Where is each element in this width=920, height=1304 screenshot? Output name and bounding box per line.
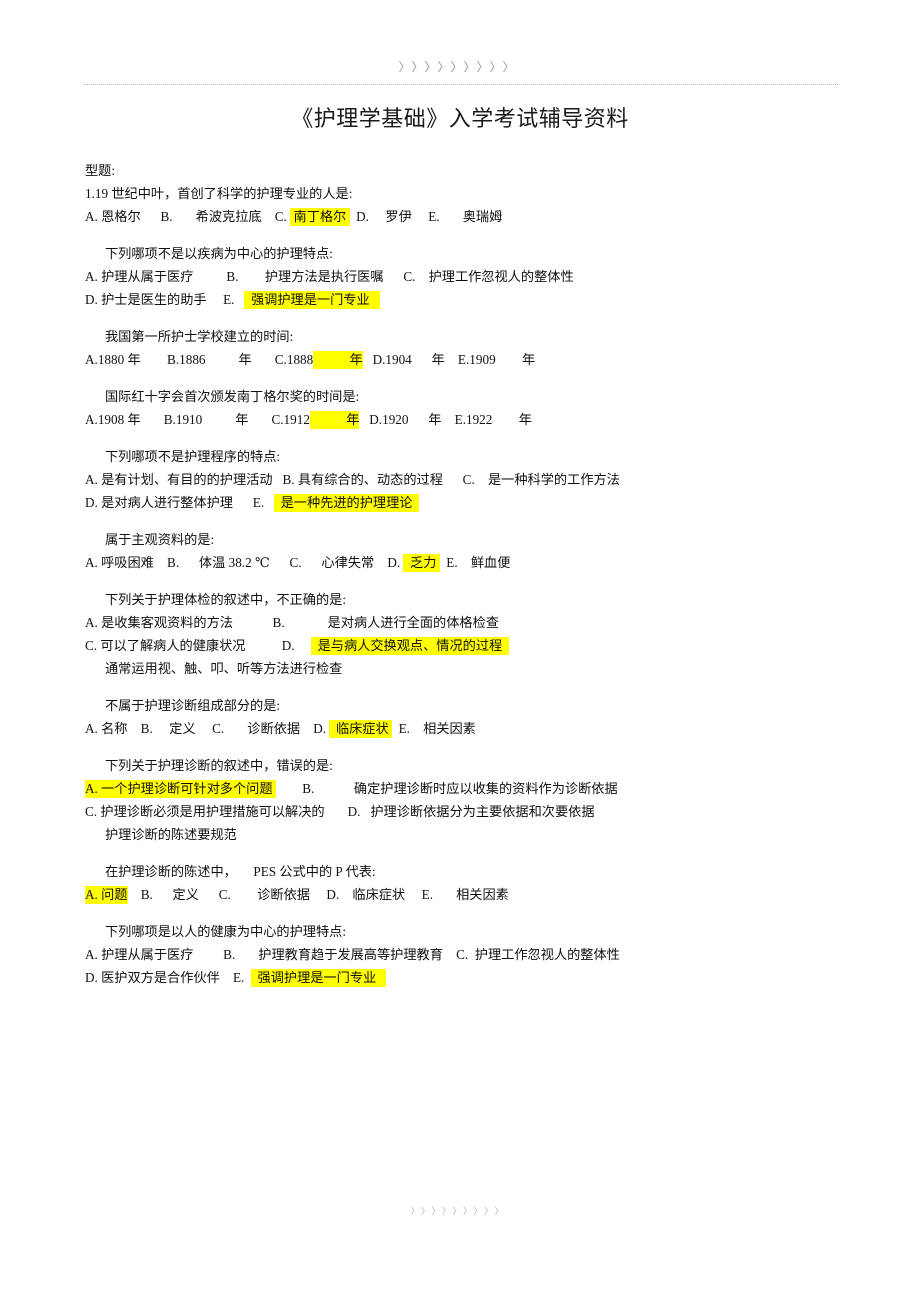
option-text: A.1908 年 B.1910 年 C.1912 xyxy=(85,412,310,427)
question-block: 1.19 世纪中叶，首创了科学的护理专业的人是: A. 恩格尔 B. 希波克拉底 … xyxy=(85,182,875,228)
highlighted-answer: 是一种先进的护理理论 xyxy=(274,494,420,512)
option-row: A. 问题 B. 定义 C. 诊断依据 D. 临床症状 E. 相关因素 xyxy=(85,883,875,906)
highlighted-answer: 强调护理是一门专业 xyxy=(244,291,380,309)
question-block: 我国第一所护士学校建立的时间: A.1880 年 B.1886 年 C.1888 … xyxy=(85,325,875,371)
option-row: A. 一个护理诊断可针对多个问题 B. 确定护理诊断时应以收集的资料作为诊断依据 xyxy=(85,777,875,800)
option-row: A. 护理从属于医疗 B. 护理方法是执行医嘱 C. 护理工作忽视人的整体性 xyxy=(85,265,875,288)
option-row: C. 可以了解病人的健康状况 D. 是与病人交换观点、情况的过程 xyxy=(85,634,875,657)
page-title: 《护理学基础》入学考试辅导资料 xyxy=(291,106,629,131)
question-block: 在护理诊断的陈述中， PES 公式中的 P 代表: A. 问题 B. 定义 C. … xyxy=(85,860,875,906)
option-row: D. 护士是医生的助手 E. 强调护理是一门专业 xyxy=(85,288,875,311)
option-text: A. 恩格尔 B. 希波克拉底 C. xyxy=(85,209,291,224)
highlighted-answer: 年 xyxy=(313,351,363,369)
highlighted-answer: 是与病人交换观点、情况的过程 xyxy=(311,637,509,655)
header-divider xyxy=(84,84,838,85)
header-ornament: 〉〉〉〉〉〉〉〉〉 xyxy=(398,60,522,74)
option-row: C. 护理诊断必须是用护理措施可以解决的 D. 护理诊断依据分为主要依据和次要依… xyxy=(85,800,875,823)
option-text: C. 可以了解病人的健康状况 D. xyxy=(85,638,312,653)
option-text: E. 鲜血便 xyxy=(439,555,511,570)
option-text: A. 护理从属于医疗 B. 护理方法是执行医嘱 C. 护理工作忽视人的整体性 xyxy=(85,269,574,284)
question-stem: 下列哪项不是以疾病为中心的护理特点: xyxy=(105,246,333,261)
document-body: 型题: 1.19 世纪中叶，首创了科学的护理专业的人是: A. 恩格尔 B. 希波… xyxy=(85,160,875,989)
page-header: 〉〉〉〉〉〉〉〉〉 xyxy=(0,0,920,92)
question-stem: 1.19 世纪中叶，首创了科学的护理专业的人是: xyxy=(85,186,353,201)
option-text: A. 护理从属于医疗 B. 护理教育趋于发展高等护理教育 C. 护理工作忽视人的… xyxy=(85,947,620,962)
question-stem: 在护理诊断的陈述中， PES 公式中的 P 代表: xyxy=(105,864,376,879)
question-stem: 下列关于护理体检的叙述中，不正确的是: xyxy=(105,592,347,607)
option-row: A. 名称 B. 定义 C. 诊断依据 D. 临床症状 E. 相关因素 xyxy=(85,717,875,740)
highlighted-answer: A. 一个护理诊断可针对多个问题 xyxy=(85,780,276,798)
option-row: 通常运用视、触、叩、听等方法进行检查 xyxy=(85,657,875,680)
option-row: A.1908 年 B.1910 年 C.1912 年 D.1920 年 E.19… xyxy=(85,408,875,431)
document-page: 〉〉〉〉〉〉〉〉〉 《护理学基础》入学考试辅导资料 型题: 1.19 世纪中叶，… xyxy=(0,0,920,1304)
highlighted-answer: 年 xyxy=(309,411,360,429)
option-text: 护理诊断的陈述要规范 xyxy=(105,827,237,842)
question-block: 国际红十字会首次颁发南丁格尔奖的时间是: A.1908 年 B.1910 年 C.… xyxy=(85,385,875,431)
option-row: D. 医护双方是合作伙伴 E. 强调护理是一门专业 xyxy=(85,966,875,989)
option-text: 通常运用视、触、叩、听等方法进行检查 xyxy=(105,661,343,676)
option-row: A. 恩格尔 B. 希波克拉底 C. 南丁格尔 D. 罗伊 E. 奥瑞姆 xyxy=(85,205,875,228)
question-stem: 我国第一所护士学校建立的时间: xyxy=(105,329,294,344)
option-text: A. 名称 B. 定义 C. 诊断依据 D. xyxy=(85,721,330,736)
question-block: 下列关于护理诊断的叙述中，错误的是: A. 一个护理诊断可针对多个问题 B. 确定… xyxy=(85,754,875,846)
question-stem: 国际红十字会首次颁发南丁格尔奖的时间是: xyxy=(105,389,360,404)
option-text: D. 是对病人进行整体护理 E. xyxy=(85,495,275,510)
option-row: A.1880 年 B.1886 年 C.1888 年 D.1904 年 E.19… xyxy=(85,348,875,371)
question-block: 下列哪项不是护理程序的特点: A. 是有计划、有目的的护理活动 B. 具有综合的、… xyxy=(85,445,875,514)
option-row: A. 是有计划、有目的的护理活动 B. 具有综合的、动态的过程 C. 是一种科学… xyxy=(85,468,875,491)
question-stem: 不属于护理诊断组成部分的是: xyxy=(105,698,281,713)
option-text: D. 罗伊 E. 奥瑞姆 xyxy=(349,209,503,224)
question-block: 属于主观资料的是: A. 呼吸困难 B. 体温 38.2 ℃ C. 心律失常 D.… xyxy=(85,528,875,574)
question-block: 下列关于护理体检的叙述中，不正确的是: A. 是收集客观资料的方法 B. 是对病人… xyxy=(85,588,875,680)
option-text: A. 是收集客观资料的方法 B. 是对病人进行全面的体格检查 xyxy=(85,615,499,630)
option-text: D.1904 年 E.1909 年 xyxy=(362,352,536,367)
question-stem: 下列哪项不是护理程序的特点: xyxy=(105,449,281,464)
option-text: A.1880 年 B.1886 年 C.1888 xyxy=(85,352,314,367)
option-text: C. 护理诊断必须是用护理措施可以解决的 D. 护理诊断依据分为主要依据和次要依… xyxy=(85,804,595,819)
question-stem: 下列哪项是以人的健康为中心的护理特点: xyxy=(105,924,347,939)
option-text: D. 医护双方是合作伙伴 E. xyxy=(85,970,251,985)
question-block: 下列哪项是以人的健康为中心的护理特点: A. 护理从属于医疗 B. 护理教育趋于发… xyxy=(85,920,875,989)
highlighted-answer: 南丁格尔 xyxy=(290,208,350,226)
question-stem: 下列关于护理诊断的叙述中，错误的是: xyxy=(105,758,333,773)
option-text: A. 是有计划、有目的的护理活动 B. 具有综合的、动态的过程 C. 是一种科学… xyxy=(85,472,620,487)
section-label: 型题: xyxy=(85,163,116,178)
option-text: B. 定义 C. 诊断依据 D. 临床症状 E. 相关因素 xyxy=(127,887,509,902)
footer-ornament: 〉〉〉〉〉〉〉〉〉 xyxy=(410,1206,510,1216)
highlighted-answer: 乏力 xyxy=(403,554,440,572)
question-list: 1.19 世纪中叶，首创了科学的护理专业的人是: A. 恩格尔 B. 希波克拉底 … xyxy=(85,182,875,989)
option-text: E. 相关因素 xyxy=(391,721,476,736)
question-block: 不属于护理诊断组成部分的是: A. 名称 B. 定义 C. 诊断依据 D. 临床症… xyxy=(85,694,875,740)
option-row: A. 护理从属于医疗 B. 护理教育趋于发展高等护理教育 C. 护理工作忽视人的… xyxy=(85,943,875,966)
option-text: D. 护士是医生的助手 E. xyxy=(85,292,245,307)
highlighted-answer: A. 问题 xyxy=(85,886,128,904)
option-text: B. 确定护理诊断时应以收集的资料作为诊断依据 xyxy=(275,781,618,796)
question-stem: 属于主观资料的是: xyxy=(105,532,215,547)
option-row: 护理诊断的陈述要规范 xyxy=(85,823,875,846)
option-row: A. 是收集客观资料的方法 B. 是对病人进行全面的体格检查 xyxy=(85,611,875,634)
option-text: A. 呼吸困难 B. 体温 38.2 ℃ C. 心律失常 D. xyxy=(85,555,404,570)
highlighted-answer: 强调护理是一门专业 xyxy=(250,969,387,987)
option-row: D. 是对病人进行整体护理 E. 是一种先进的护理理论 xyxy=(85,491,875,514)
option-row: A. 呼吸困难 B. 体温 38.2 ℃ C. 心律失常 D. 乏力 E. 鲜血… xyxy=(85,551,875,574)
question-block: 下列哪项不是以疾病为中心的护理特点: A. 护理从属于医疗 B. 护理方法是执行医… xyxy=(85,242,875,311)
highlighted-answer: 临床症状 xyxy=(329,720,392,738)
option-text: D.1920 年 E.1922 年 xyxy=(359,412,532,427)
